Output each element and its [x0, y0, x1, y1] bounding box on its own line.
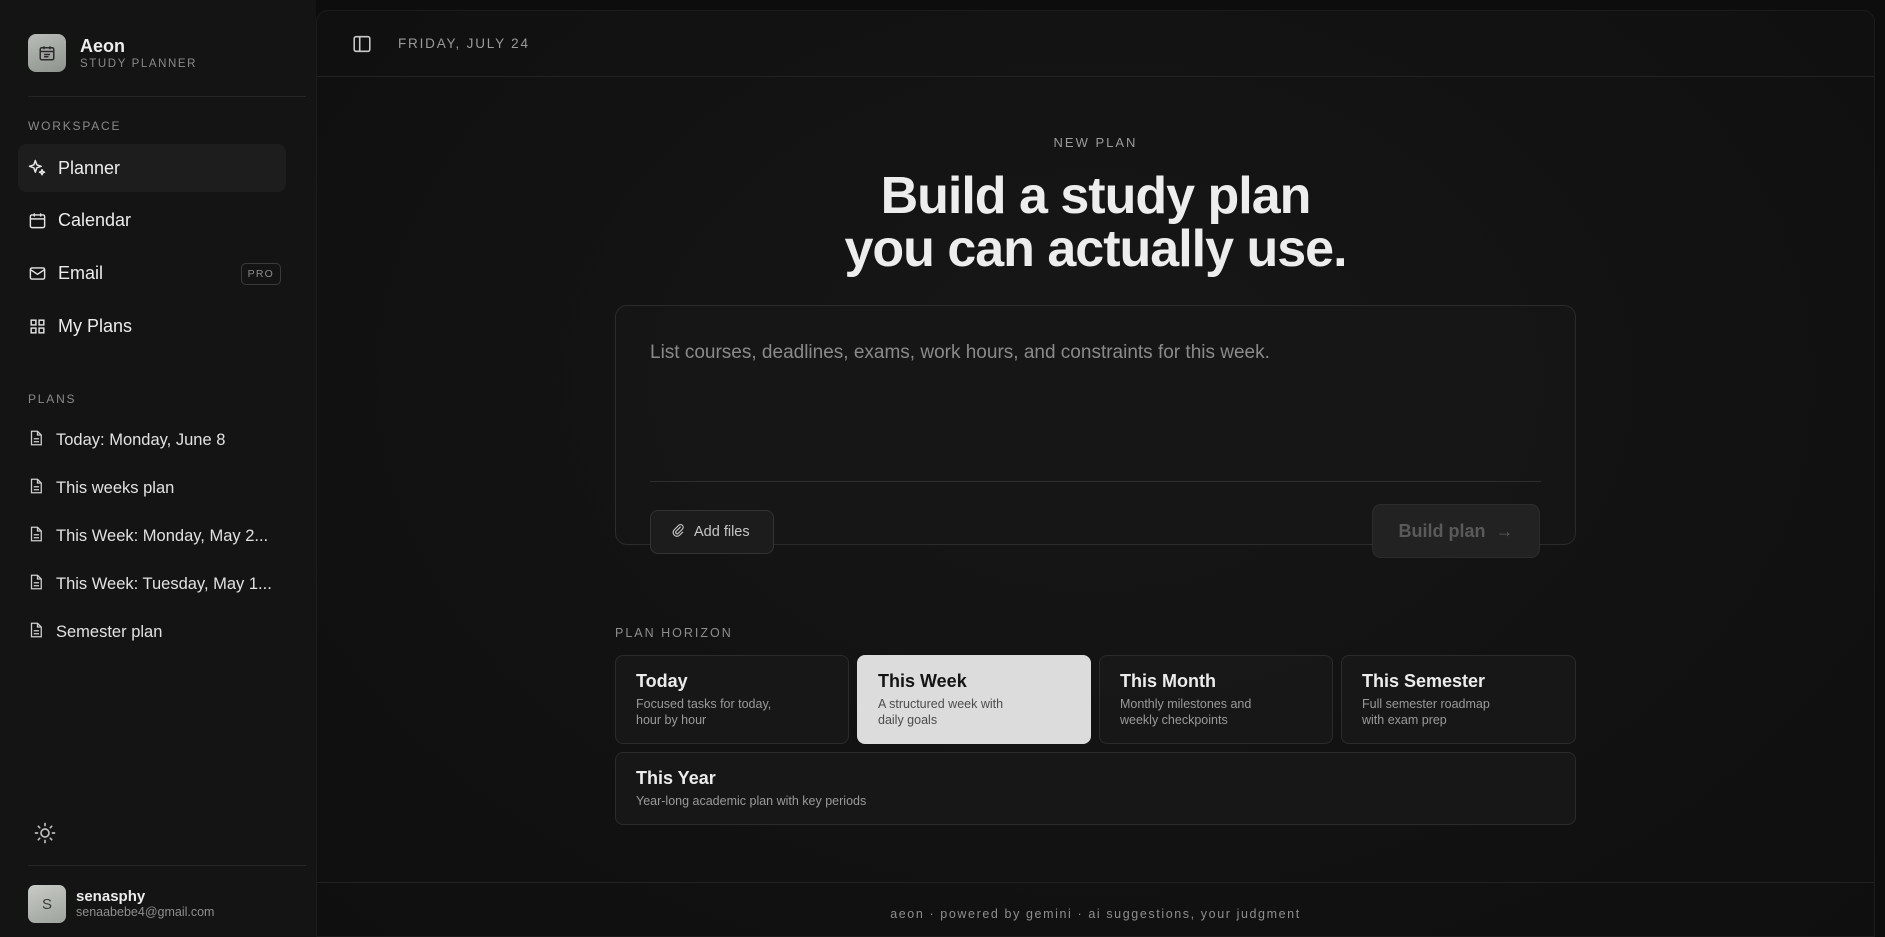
- current-date: FRIDAY, JULY 24: [398, 36, 530, 51]
- horizon-option-this-semester[interactable]: This Semester Full semester roadmap with…: [1341, 655, 1576, 744]
- mail-icon: [27, 263, 47, 283]
- plan-item[interactable]: This Week: Tuesday, May 1...: [18, 564, 286, 604]
- workspace-section-label: WORKSPACE: [28, 119, 122, 133]
- sidebar-item-planner[interactable]: Planner: [18, 144, 286, 192]
- avatar: S: [28, 885, 66, 923]
- horizon-description: Monthly milestones and weekly checkpoint…: [1120, 697, 1252, 727]
- sidebar-item-label: My Plans: [58, 315, 133, 336]
- footer-text: aeon · powered by gemini · ai suggestion…: [890, 907, 1301, 921]
- horizon-title: This Month: [1120, 671, 1216, 691]
- sidebar-item-calendar[interactable]: Calendar: [18, 196, 286, 244]
- user-name: senasphy: [76, 888, 146, 905]
- sun-icon[interactable]: [33, 821, 57, 845]
- plan-item[interactable]: This weeks plan: [18, 468, 286, 508]
- add-files-label: Add files: [694, 524, 750, 540]
- horizon-description: A structured week with daily goals: [878, 697, 1004, 727]
- horizon-option-this-week[interactable]: This Week A structured week with daily g…: [857, 655, 1091, 744]
- brand[interactable]: Aeon STUDY PLANNER: [28, 34, 197, 72]
- sidebar: Aeon STUDY PLANNER WORKSPACE Planner Cal…: [0, 0, 316, 937]
- brand-name: Aeon: [80, 35, 125, 56]
- topbar: FRIDAY, JULY 24: [317, 11, 1874, 77]
- document-icon: [27, 573, 45, 596]
- calendar-icon: [27, 210, 47, 230]
- plan-item-label: Semester plan: [56, 622, 163, 641]
- sidebar-toggle-icon[interactable]: [351, 33, 373, 55]
- horizon-title: This Semester: [1362, 671, 1486, 691]
- document-icon: [27, 477, 45, 500]
- user-email: senaabebe4@gmail.com: [76, 905, 215, 919]
- plan-prompt-input[interactable]: [650, 342, 1540, 442]
- plan-item-label: Today: Monday, June 8: [56, 430, 226, 449]
- horizon-title: This Year: [636, 768, 716, 788]
- plan-item-label: This Week: Tuesday, May 1...: [56, 574, 272, 593]
- grid-icon: [27, 316, 47, 336]
- sparkles-icon: [27, 158, 47, 178]
- plan-horizon-label: PLAN HORIZON: [615, 626, 733, 640]
- paperclip-icon: [671, 523, 685, 542]
- arrow-right-icon: →: [1495, 520, 1514, 541]
- calendar-icon: [28, 34, 66, 72]
- build-plan-label: Build plan: [1398, 520, 1486, 541]
- plan-item[interactable]: Today: Monday, June 8: [18, 420, 286, 460]
- plan-input-card: Add files Build plan →: [615, 305, 1576, 558]
- add-files-button[interactable]: Add files: [650, 510, 774, 554]
- horizon-option-today[interactable]: Today Focused tasks for today, hour by h…: [615, 655, 849, 744]
- plan-item[interactable]: This Week: Monday, May 2...: [18, 516, 286, 556]
- horizon-title: Today: [636, 671, 688, 691]
- document-icon: [27, 525, 45, 548]
- pro-badge: PRO: [240, 263, 281, 285]
- horizon-option-this-year[interactable]: This Year Year-long academic plan with k…: [615, 752, 1576, 825]
- document-icon: [27, 621, 45, 644]
- sidebar-item-email[interactable]: Email PRO: [18, 249, 286, 297]
- horizon-description: Focused tasks for today, hour by hour: [636, 697, 772, 727]
- plan-item-label: This weeks plan: [56, 478, 175, 497]
- sidebar-divider: [28, 865, 306, 866]
- user-profile[interactable]: S senasphy senaabebe4@gmail.com: [28, 885, 214, 923]
- horizon-description: Year-long academic plan with key periods: [636, 794, 867, 808]
- build-plan-button[interactable]: Build plan →: [1372, 504, 1540, 558]
- plan-item-label: This Week: Monday, May 2...: [56, 526, 269, 545]
- plan-item[interactable]: Semester plan: [18, 612, 286, 652]
- headline-line-1: Build a study plan: [880, 167, 1312, 225]
- document-icon: [27, 429, 45, 452]
- headline-line-2: you can actually use.: [844, 220, 1347, 278]
- horizon-option-this-month[interactable]: This Month Monthly milestones and weekly…: [1099, 655, 1333, 744]
- app-root: Aeon STUDY PLANNER WORKSPACE Planner Cal…: [0, 0, 1885, 937]
- sidebar-item-my-plans[interactable]: My Plans: [18, 302, 286, 350]
- horizon-description: Full semester roadmap with exam prep: [1362, 697, 1490, 727]
- brand-subtitle: STUDY PLANNER: [80, 57, 198, 70]
- sidebar-divider: [28, 96, 306, 97]
- footer: aeon · powered by gemini · ai suggestion…: [317, 882, 1874, 937]
- plans-section-label: PLANS: [28, 392, 77, 406]
- sidebar-item-label: Planner: [58, 157, 121, 178]
- horizon-title: This Week: [878, 671, 967, 691]
- main-panel: FRIDAY, JULY 24 NEW PLAN Build a study p…: [316, 10, 1875, 937]
- page-title: Build a study plan you can actually use.: [317, 170, 1874, 276]
- sidebar-item-label: Calendar: [58, 209, 132, 230]
- new-plan-eyebrow: NEW PLAN: [1053, 135, 1138, 150]
- card-divider: [650, 481, 1541, 482]
- sidebar-item-label: Email: [58, 262, 104, 283]
